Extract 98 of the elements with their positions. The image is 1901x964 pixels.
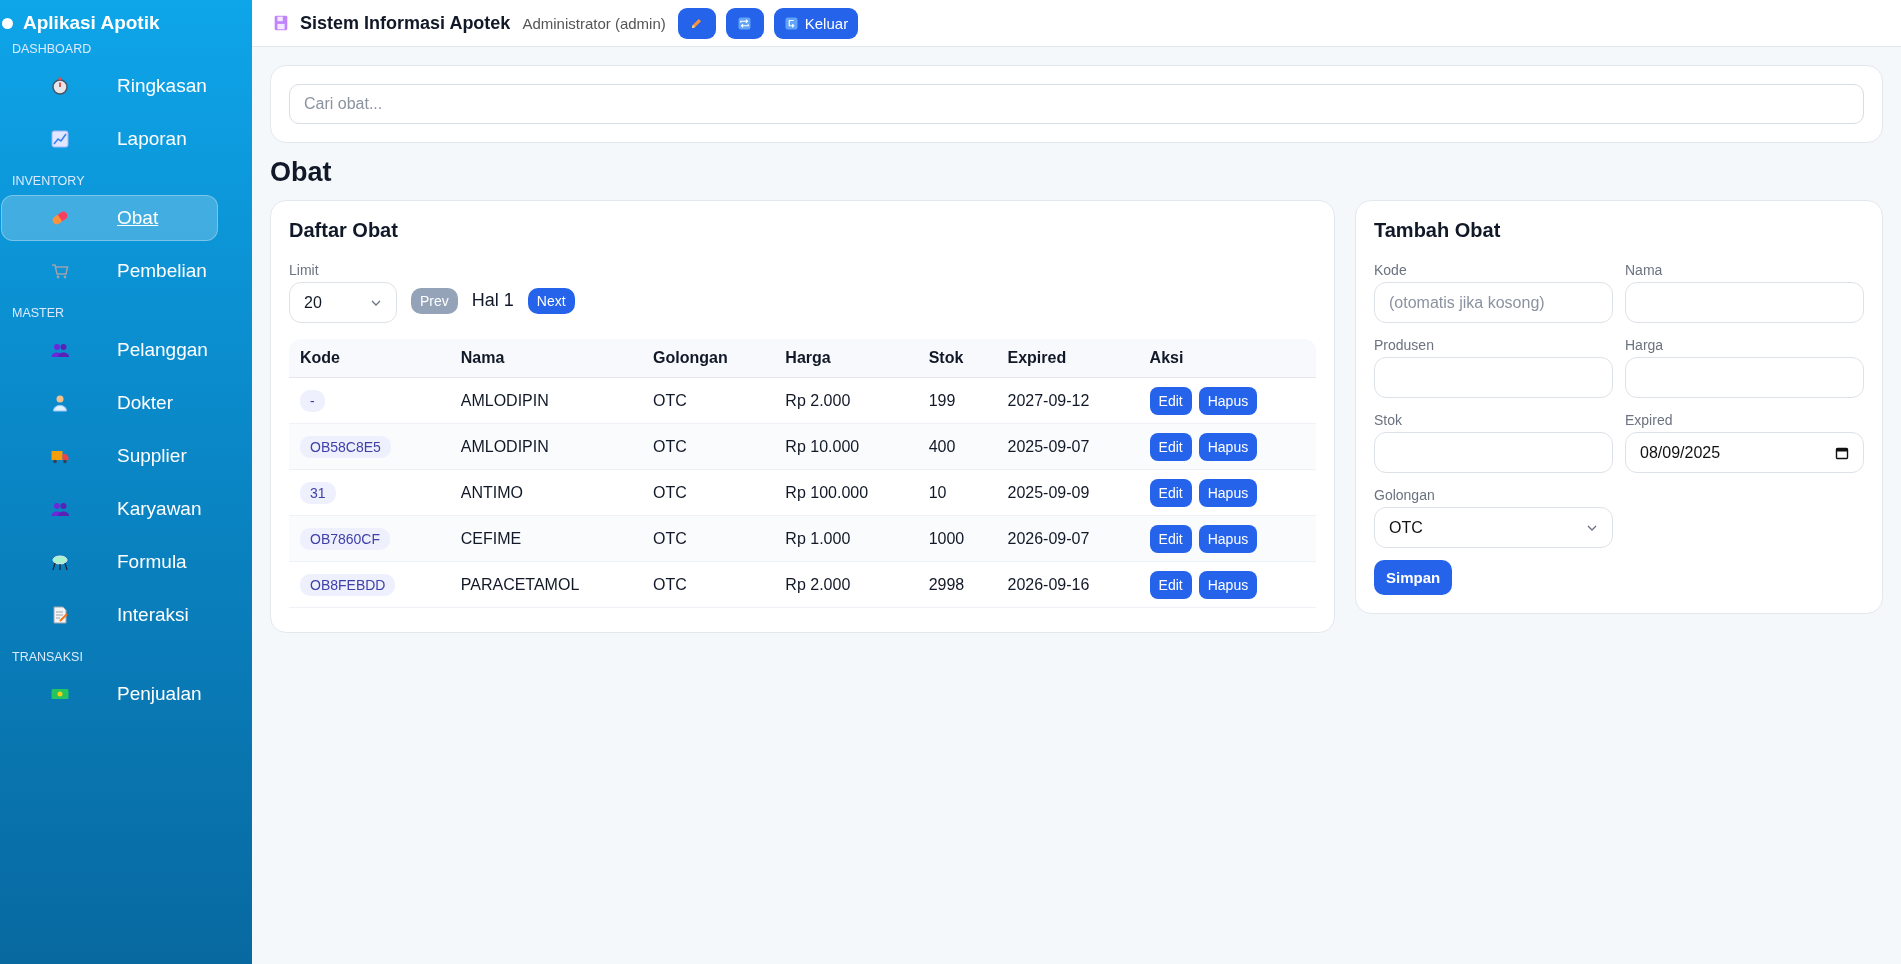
edit-button[interactable]: Edit (1149, 524, 1192, 553)
section-label: TRANSAKSI (11, 649, 84, 666)
chart-icon (50, 129, 70, 149)
save-button[interactable]: Simpan (1374, 560, 1453, 595)
column-header: Nama (449, 339, 643, 378)
sidebar-item[interactable]: Supplier (1, 433, 218, 479)
refresh-icon (737, 15, 753, 31)
sidebar-item[interactable]: Laporan (1, 116, 218, 162)
sidebar-item[interactable]: Pembelian (1, 248, 218, 294)
code-tag: OB7860CF (300, 527, 391, 550)
table-cell: Rp 10.000 (785, 437, 860, 455)
card-title: Daftar Obat (289, 219, 399, 242)
logout-button[interactable]: Keluar (773, 7, 859, 39)
refresh-button[interactable] (725, 7, 764, 39)
date-field[interactable]: 08/09/2025 (1625, 432, 1864, 473)
table-cell: Rp 100.000 (785, 483, 869, 501)
edit-button[interactable] (677, 7, 716, 39)
edit-button[interactable]: Edit (1149, 432, 1192, 461)
column-header: Kode (289, 339, 450, 378)
sidebar-item[interactable]: Pelanggan (1, 327, 218, 373)
page-title: Obat (270, 157, 333, 188)
limit-select[interactable]: 20 (289, 282, 397, 323)
calendar-icon (1835, 445, 1849, 460)
table-cell: 10 (928, 483, 947, 501)
table-cell: OTC (653, 483, 687, 501)
delete-button[interactable]: Hapus (1198, 478, 1258, 507)
section-label: INVENTORY (11, 173, 86, 190)
table-cell: AMLODIPIN (460, 437, 549, 455)
section-label: MASTER (11, 305, 66, 322)
table-cell: Rp 1.000 (785, 529, 851, 547)
page-number: Hal 1 (471, 290, 514, 311)
edit-button[interactable]: Edit (1149, 386, 1192, 415)
table-cell: Rp 2.000 (785, 575, 851, 593)
next-button[interactable]: Next (527, 287, 575, 314)
sidebar-item[interactable]: Formula (1, 539, 218, 585)
field-label: Harga (1625, 337, 1665, 353)
stopwatch-icon (50, 76, 70, 96)
table-cell: 199 (928, 391, 956, 409)
sidebar-item[interactable]: Ringkasan (1, 63, 218, 109)
delete-button[interactable]: Hapus (1198, 386, 1258, 415)
table-cell: ANTIMO (460, 483, 523, 501)
sidebar-item[interactable]: Interaksi (1, 592, 218, 638)
delete-button[interactable]: Hapus (1198, 432, 1258, 461)
table-cell: 2998 (928, 575, 965, 593)
field-label: Limit (289, 262, 320, 278)
code-tag: OB58C8E5 (300, 435, 391, 458)
table-cell: 1000 (928, 529, 965, 547)
sidebar-item[interactable]: Penjualan (1, 671, 218, 717)
field-label: Golongan (1374, 487, 1436, 503)
table-cell: OTC (653, 437, 687, 455)
table-cell: AMLODIPIN (460, 391, 549, 409)
field-label: Produsen (1374, 337, 1435, 353)
app-header-title: Sistem Informasi Apotek (300, 12, 511, 34)
table-cell: OTC (653, 391, 687, 409)
document-icon (50, 605, 70, 625)
input-field[interactable] (1625, 357, 1864, 398)
cart-icon (50, 261, 70, 281)
input-field[interactable]: (otomatis jika kosong) (1374, 282, 1613, 323)
table-cell: 2025-09-09 (1007, 483, 1090, 501)
column-header: Aksi (1138, 339, 1316, 378)
search-field[interactable]: Cari obat... (289, 84, 1864, 124)
table-cell: 2025-09-07 (1007, 437, 1090, 455)
table-cell: 2026-09-07 (1007, 529, 1090, 547)
table-cell: OTC (653, 529, 687, 547)
code-tag: OB8FEBDD (300, 573, 396, 596)
table-cell: Rp 2.000 (785, 391, 851, 409)
edit-button[interactable]: Edit (1149, 570, 1192, 599)
select-field[interactable]: OTC (1374, 507, 1613, 548)
table-cell: 2026-09-16 (1007, 575, 1090, 593)
table-cell: 400 (928, 437, 956, 455)
column-header: Stok (917, 339, 997, 378)
table-cell: PARACETAMOL (460, 575, 580, 593)
app-title: Aplikasi Apotik (23, 12, 160, 34)
sidebar-item[interactable]: Dokter (1, 380, 218, 426)
delete-button[interactable]: Hapus (1198, 524, 1258, 553)
user-name: Administrator (admin) (522, 14, 666, 32)
field-label: Kode (1374, 262, 1408, 278)
section-label: DASHBOARD (11, 41, 93, 58)
card-title: Tambah Obat (1374, 219, 1502, 242)
column-header: Expired (996, 339, 1139, 378)
code-tag: 31 (300, 481, 336, 504)
bullet-icon (2, 17, 13, 29)
code-tag: - (300, 389, 325, 412)
input-field[interactable] (1374, 357, 1613, 398)
edit-button[interactable]: Edit (1149, 478, 1192, 507)
field-label: Nama (1625, 262, 1664, 278)
column-header: Harga (774, 339, 918, 378)
field-label: Expired (1625, 412, 1674, 428)
sidebar-item[interactable]: Karyawan (1, 486, 218, 532)
delete-button[interactable]: Hapus (1198, 570, 1258, 599)
person-icon (50, 393, 70, 413)
table-cell: CEFIME (460, 529, 522, 547)
column-header: Golongan (642, 339, 775, 378)
input-field[interactable] (1374, 432, 1613, 473)
input-field[interactable] (1625, 282, 1864, 323)
table-cell: OTC (653, 575, 687, 593)
table-cell: 2027-09-12 (1007, 391, 1090, 409)
field-label: Stok (1374, 412, 1403, 428)
